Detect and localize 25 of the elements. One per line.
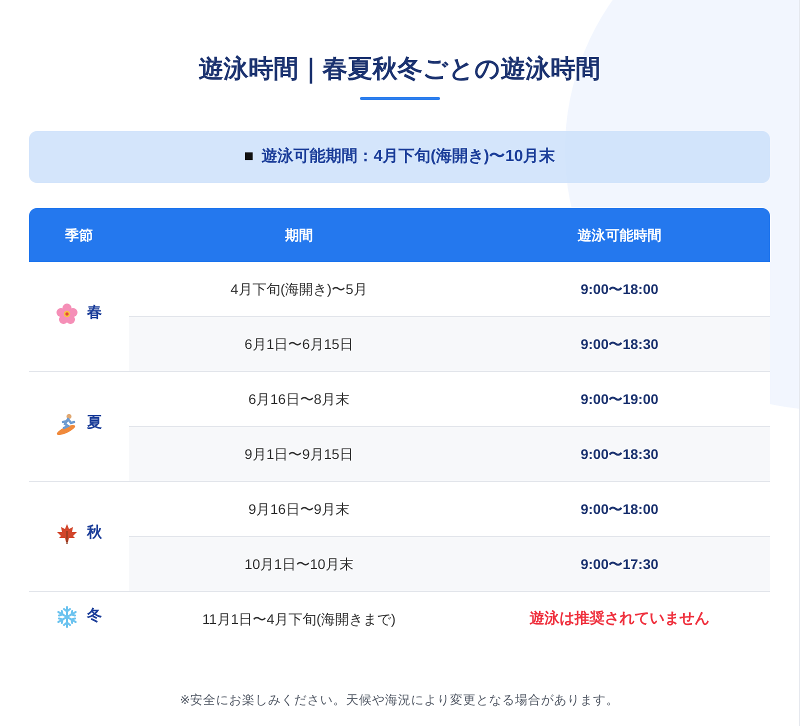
hours-text: 9:00〜18:00 [580, 500, 658, 516]
flower-icon [56, 302, 78, 325]
info-text: 遊泳可能期間：4月下旬(海開き)〜10月末 [262, 146, 556, 167]
period-cell: 6月1日〜6月15日 [129, 317, 469, 372]
surfer-icon [56, 412, 78, 435]
period-cell: 9月1日〜9月15日 [129, 427, 469, 482]
season-label: 秋 [87, 523, 102, 544]
footnote: ※安全にお楽しみください。天候や海況により変更となる場合があります。 [178, 692, 620, 709]
hours-text: 9:00〜18:00 [580, 280, 658, 296]
page-title: 遊泳時間｜春夏秋冬ごとの遊泳時間 [198, 54, 602, 86]
column-header: 遊泳可能時間 [469, 208, 770, 262]
period-cell: 10月1日〜10月末 [129, 537, 469, 592]
column-header: 季節 [29, 208, 129, 262]
maple-leaf-icon [56, 522, 78, 545]
season-label: 冬 [87, 606, 102, 626]
hours-text: 9:00〜17:30 [580, 556, 658, 572]
square-marker: ■ [244, 147, 254, 167]
hours-text: 9:00〜18:30 [580, 336, 658, 352]
warning-text: 遊泳は推奨されていません [530, 610, 710, 628]
hours-text: 9:00〜18:30 [580, 446, 658, 462]
season-label: 夏 [87, 413, 102, 434]
snowflake-icon [56, 606, 78, 628]
hours-text: 9:00〜19:00 [580, 390, 658, 406]
column-header: 期間 [129, 208, 469, 262]
season-label: 春 [87, 303, 102, 324]
